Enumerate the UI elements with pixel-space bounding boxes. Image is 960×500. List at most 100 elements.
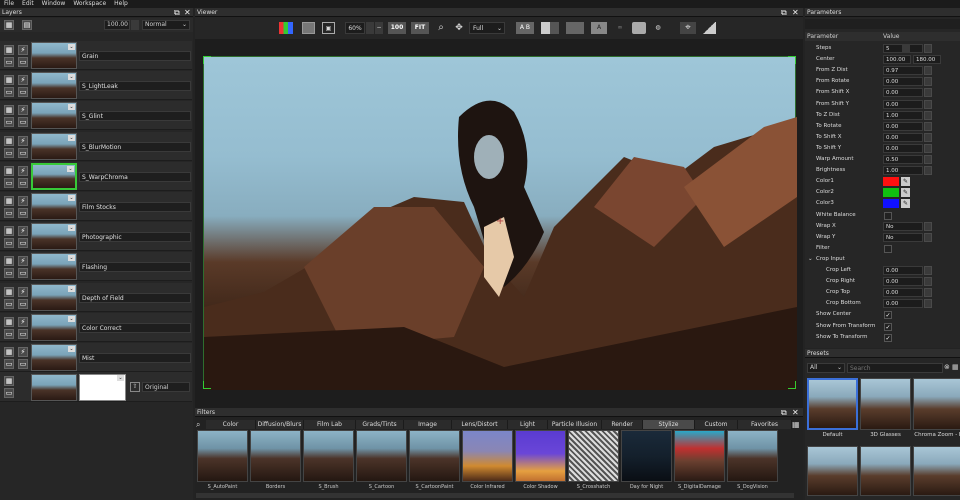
layer-name[interactable]: Mist xyxy=(79,353,191,363)
layer-row[interactable]: ▦ ▭ ⚡ ▭ ⌄ S_BlurMotion xyxy=(0,131,192,161)
monitor-icon[interactable]: ▭ xyxy=(4,328,14,339)
mask-icon[interactable]: ▭ xyxy=(18,147,28,158)
mask-icon[interactable]: ▭ xyxy=(18,57,28,67)
filter-tab[interactable]: Stylize xyxy=(643,420,695,429)
original-thumbnail[interactable] xyxy=(31,374,77,401)
eyedropper-icon[interactable]: ✎ xyxy=(901,177,910,187)
param-spinner[interactable] xyxy=(924,277,932,287)
filters-scrollbar[interactable] xyxy=(196,493,794,498)
blend-mode-select[interactable]: Normal ⌄ xyxy=(142,20,190,30)
param-spinner[interactable] xyxy=(924,66,932,76)
monitor-icon[interactable]: ▭ xyxy=(4,177,14,188)
param-value-field[interactable]: 0.00 xyxy=(883,88,923,98)
param-value-field[interactable]: 0.97 xyxy=(883,66,923,76)
filter-tab[interactable]: Render xyxy=(602,420,643,429)
monitor-icon[interactable]: ▭ xyxy=(4,208,14,218)
filter-grid-icon[interactable]: ▦ xyxy=(792,420,800,429)
param-value-field[interactable]: 1.00 xyxy=(883,166,923,176)
layer-row[interactable]: ▦ ▭ ⚡ ▭ ⌄ S_WarpChroma xyxy=(0,161,192,191)
lightning-icon[interactable]: ⚡ xyxy=(18,75,28,86)
layer-row[interactable]: ▦ ▭ ⚡ ▭ ⌄ Mist xyxy=(0,343,192,372)
close-icon[interactable]: ✕ xyxy=(792,8,799,17)
layer-blend-icon[interactable]: ▦ xyxy=(4,286,14,297)
center-crosshair[interactable]: + xyxy=(496,217,506,227)
param-value-field[interactable]: 0.00 xyxy=(883,121,923,131)
param-checkbox[interactable]: ✓ xyxy=(884,311,892,320)
lightning-icon[interactable]: ⚡ xyxy=(18,316,28,327)
layer-name[interactable]: Film Stocks xyxy=(79,202,191,212)
layer-row[interactable]: ▦ ▭ ⚡ ▭ ⌄ S_LightLeak xyxy=(0,71,192,101)
undock-icon[interactable]: ⧉ xyxy=(174,8,180,17)
filter-thumbnail[interactable] xyxy=(303,430,354,482)
param-value-field[interactable]: 0.00 xyxy=(883,77,923,87)
filter-search-icon[interactable]: ⌕ xyxy=(196,420,200,429)
filter-thumbnail[interactable] xyxy=(568,430,619,482)
monitor-icon[interactable]: ▭ xyxy=(4,388,14,398)
eyedropper-icon[interactable]: ✎ xyxy=(901,188,910,198)
mask-view-icon[interactable]: A xyxy=(591,22,607,34)
filter-thumbnail[interactable] xyxy=(462,430,513,482)
param-spinner[interactable] xyxy=(924,77,932,87)
color-picker-icon[interactable]: ◍ xyxy=(652,22,664,34)
param-value-field[interactable]: 0.50 xyxy=(883,155,923,164)
zoom-out-icon[interactable]: − xyxy=(375,22,383,34)
layer-blend-icon[interactable]: ▦ xyxy=(4,196,14,206)
chevron-down-icon[interactable]: ⌄ xyxy=(68,225,75,232)
layer-grid-icon[interactable]: ▤ xyxy=(22,20,32,30)
layer-row[interactable]: ▦ ▭ ⚡ ▭ ⌄ Depth of Field xyxy=(0,282,192,312)
param-spinner[interactable] xyxy=(924,88,932,98)
chevron-down-icon[interactable]: ⌄ xyxy=(808,254,813,265)
param-checkbox[interactable]: ✓ xyxy=(884,333,892,342)
param-checkbox[interactable]: ✓ xyxy=(884,322,892,331)
layer-name[interactable]: Grain xyxy=(79,51,191,61)
layer-thumbnail[interactable]: ⌄ xyxy=(31,72,77,100)
chevron-down-icon[interactable]: ⌄ xyxy=(68,285,75,292)
monitor-icon[interactable]: ▭ xyxy=(4,238,14,249)
param-spinner[interactable] xyxy=(924,288,932,298)
layer-row[interactable]: ▦ ▭ ⚡ ▭ ⌄ Color Correct xyxy=(0,312,192,342)
layer-blend-icon[interactable]: ▦ xyxy=(4,347,14,357)
layer-row[interactable]: ▦ ▭ ⚡ ▭ ⌄ Photographic xyxy=(0,222,192,252)
param-value-field[interactable]: 1.00 xyxy=(883,110,923,120)
layer-thumbnail[interactable]: ⌄ xyxy=(31,223,77,251)
eyedropper-icon[interactable]: ✎ xyxy=(901,199,910,209)
param-value-field[interactable]: 0.00 xyxy=(883,132,923,142)
param-spinner[interactable] xyxy=(924,99,932,109)
add-layer-icon[interactable]: ▦ xyxy=(4,20,14,30)
mask-icon[interactable]: ▭ xyxy=(18,268,28,279)
layer-name[interactable]: Photographic xyxy=(79,232,191,243)
param-spinner[interactable] xyxy=(924,143,932,153)
layer-thumbnail[interactable]: ⌄ xyxy=(31,193,77,220)
lightning-icon[interactable]: ⚡ xyxy=(18,286,28,297)
lightning-icon[interactable]: ⚡ xyxy=(18,196,28,206)
alpha-icon[interactable] xyxy=(302,22,315,34)
layer-thumbnail[interactable]: ⌄ xyxy=(31,283,77,311)
filter-tab[interactable]: Custom xyxy=(695,420,738,429)
mask-icon[interactable]: ▭ xyxy=(18,298,28,309)
mask-icon[interactable]: ▭ xyxy=(18,177,28,188)
chevron-down-icon[interactable]: ⌄ xyxy=(68,44,75,50)
preset-thumbnail[interactable] xyxy=(913,446,960,496)
filter-thumbnail[interactable] xyxy=(356,430,407,482)
chevron-down-icon[interactable]: ⌄ xyxy=(68,74,75,81)
add-source-icon[interactable]: ▦ xyxy=(4,376,14,386)
mask-icon[interactable]: ▭ xyxy=(18,359,28,369)
filter-thumbnail[interactable] xyxy=(197,430,248,482)
lightning-icon[interactable]: ⚡ xyxy=(18,226,28,237)
layer-name[interactable]: Flashing xyxy=(79,262,191,273)
param-value-field[interactable]: 0.00 xyxy=(883,143,923,153)
layer-blend-icon[interactable]: ▦ xyxy=(4,75,14,86)
layer-thumbnail[interactable]: ⌄ xyxy=(31,162,77,190)
preset-thumbnail[interactable] xyxy=(807,378,858,430)
param-checkbox[interactable] xyxy=(884,244,892,253)
opacity-spin[interactable] xyxy=(131,20,139,30)
layer-row[interactable]: ▦ ▭ ⚡ ▭ ⌄ Grain xyxy=(0,41,192,70)
param-value-field[interactable]: No xyxy=(883,232,923,242)
filter-tab[interactable]: Diffusion/Blurs xyxy=(256,420,304,429)
layer-thumbnail[interactable]: ⌄ xyxy=(31,132,77,160)
param-spinner[interactable] xyxy=(924,221,932,231)
mask-icon[interactable]: ▭ xyxy=(18,328,28,339)
mask-icon[interactable]: ▭ xyxy=(18,117,28,128)
param-spinner[interactable] xyxy=(924,155,932,164)
layer-row[interactable]: ▦ ▭ ⚡ ▭ ⌄ Film Stocks xyxy=(0,192,192,221)
